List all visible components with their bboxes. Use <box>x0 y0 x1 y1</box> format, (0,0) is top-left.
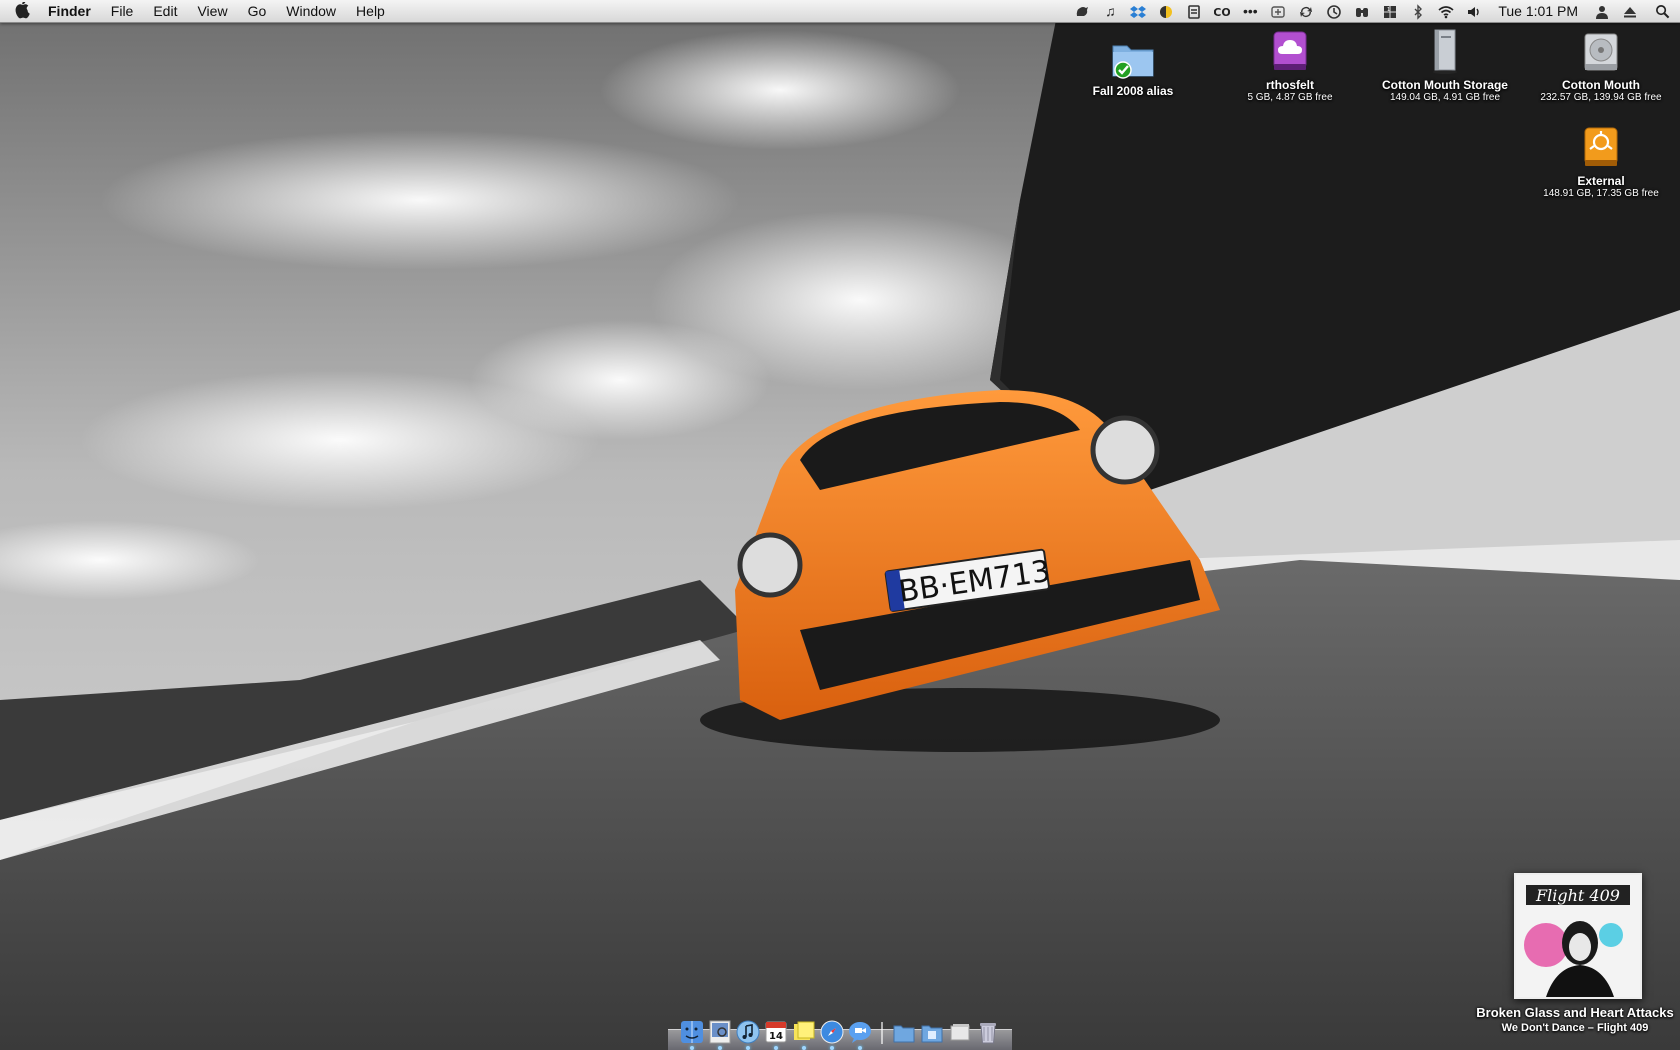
dock-applications-folder-icon[interactable] <box>892 1020 916 1044</box>
desktop-icon-label: External <box>1577 174 1625 188</box>
desktop-icon-cotton-mouth-storage[interactable]: Cotton Mouth Storage 149.04 GB, 4.91 GB … <box>1370 28 1520 104</box>
coconut-battery-icon[interactable] <box>1152 0 1180 22</box>
dock-ichat-icon[interactable] <box>848 1020 872 1050</box>
growl-icon[interactable] <box>1068 0 1096 22</box>
itunes-note-icon[interactable]: ♫ <box>1096 0 1124 22</box>
apple-menu-icon[interactable] <box>0 0 44 20</box>
eject-icon[interactable] <box>1616 0 1644 22</box>
running-indicator <box>690 1046 694 1050</box>
creative-suite-icon[interactable]: CO <box>1208 0 1236 22</box>
dock-downloads-stack-icon[interactable] <box>948 1020 972 1044</box>
desktop-icon-external[interactable]: External 148.91 GB, 17.35 GB free <box>1526 124 1676 200</box>
now-playing-info: Broken Glass and Heart Attacks We Don't … <box>1460 1005 1680 1036</box>
menu-window[interactable]: Window <box>276 0 346 22</box>
dock-safari-icon[interactable] <box>820 1020 844 1050</box>
desktop-icon-label: Fall 2008 alias <box>1092 84 1174 98</box>
menu-file[interactable]: File <box>101 0 144 22</box>
dock-separator <box>881 1022 883 1044</box>
svg-text:1: 1 <box>1387 7 1390 13</box>
running-indicator <box>774 1046 778 1050</box>
spaces-icon[interactable]: 1 <box>1376 0 1404 22</box>
more-dots-icon[interactable]: ••• <box>1236 0 1264 22</box>
menu-go[interactable]: Go <box>238 0 277 22</box>
menu-help[interactable]: Help <box>346 0 395 22</box>
firewire-drive-icon <box>1577 124 1625 172</box>
folder-alias-icon <box>1109 34 1157 82</box>
desktop-icon-info: 232.57 GB, 139.94 GB free <box>1540 92 1662 103</box>
running-indicator <box>746 1046 750 1050</box>
dock-documents-folder-icon[interactable] <box>920 1020 944 1044</box>
idisk-icon <box>1266 28 1314 76</box>
dock-finder-icon[interactable] <box>680 1020 704 1050</box>
menu-edit[interactable]: Edit <box>143 0 187 22</box>
spotlight-search-icon[interactable] <box>1644 3 1680 20</box>
dock: 14 <box>668 1013 1012 1050</box>
menu-finder[interactable]: Finder <box>44 0 101 22</box>
wifi-icon[interactable] <box>1432 0 1460 22</box>
now-playing-artist: We Don't Dance – Flight 409 <box>1501 1022 1649 1034</box>
running-indicator <box>802 1046 806 1050</box>
server-drive-icon <box>1421 28 1469 76</box>
album-artwork[interactable]: Flight 409 <box>1514 873 1642 999</box>
running-indicator <box>830 1046 834 1050</box>
time-machine-icon[interactable] <box>1320 0 1348 22</box>
user-account-icon[interactable] <box>1588 0 1616 22</box>
sync-icon[interactable] <box>1292 0 1320 22</box>
album-art-title: Flight 409 <box>1535 886 1620 905</box>
svg-text:CO: CO <box>1214 6 1230 19</box>
menu-bar: Finder File Edit View Go Window Help ♫ C… <box>0 0 1680 23</box>
bluetooth-icon[interactable] <box>1404 0 1432 22</box>
hard-drive-icon <box>1577 28 1625 76</box>
expose-icon[interactable] <box>1264 0 1292 22</box>
ical-day: 14 <box>769 1031 783 1042</box>
now-playing-song: Broken Glass and Heart Attacks <box>1476 1005 1674 1020</box>
running-indicator <box>858 1046 862 1050</box>
desktop-icon-info: 149.04 GB, 4.91 GB free <box>1389 92 1501 103</box>
desktop-icon-label: rthosfelt <box>1266 78 1314 92</box>
menu-clock[interactable]: Tue 1:01 PM <box>1488 3 1588 19</box>
dock-itunes-icon[interactable] <box>736 1020 760 1050</box>
dock-stickies-icon[interactable] <box>792 1020 816 1050</box>
dropbox-icon[interactable] <box>1124 0 1152 22</box>
desktop-icon-cotton-mouth[interactable]: Cotton Mouth 232.57 GB, 139.94 GB free <box>1526 28 1676 104</box>
desktop-icon-info: 5 GB, 4.87 GB free <box>1247 92 1333 103</box>
desktop-icon-label: Cotton Mouth <box>1562 78 1640 92</box>
dock-ical-icon[interactable]: 14 <box>764 1020 788 1050</box>
desktop-icon-fall-2008-alias[interactable]: Fall 2008 alias <box>1058 34 1208 98</box>
desktop-icon-info: 148.91 GB, 17.35 GB free <box>1543 188 1659 199</box>
binoculars-icon[interactable] <box>1348 0 1376 22</box>
running-indicator <box>718 1046 722 1050</box>
menu-view[interactable]: View <box>187 0 237 22</box>
desktop-icon-label: Cotton Mouth Storage <box>1382 78 1508 92</box>
dock-trash-icon[interactable] <box>976 1020 1000 1044</box>
dock-preview-icon[interactable] <box>708 1020 732 1050</box>
volume-icon[interactable] <box>1460 0 1488 22</box>
script-icon[interactable] <box>1180 0 1208 22</box>
desktop-icon-rthosfelt[interactable]: rthosfelt 5 GB, 4.87 GB free <box>1215 28 1365 104</box>
desktop-wallpaper: BB·EM713 <box>0 0 1680 1050</box>
